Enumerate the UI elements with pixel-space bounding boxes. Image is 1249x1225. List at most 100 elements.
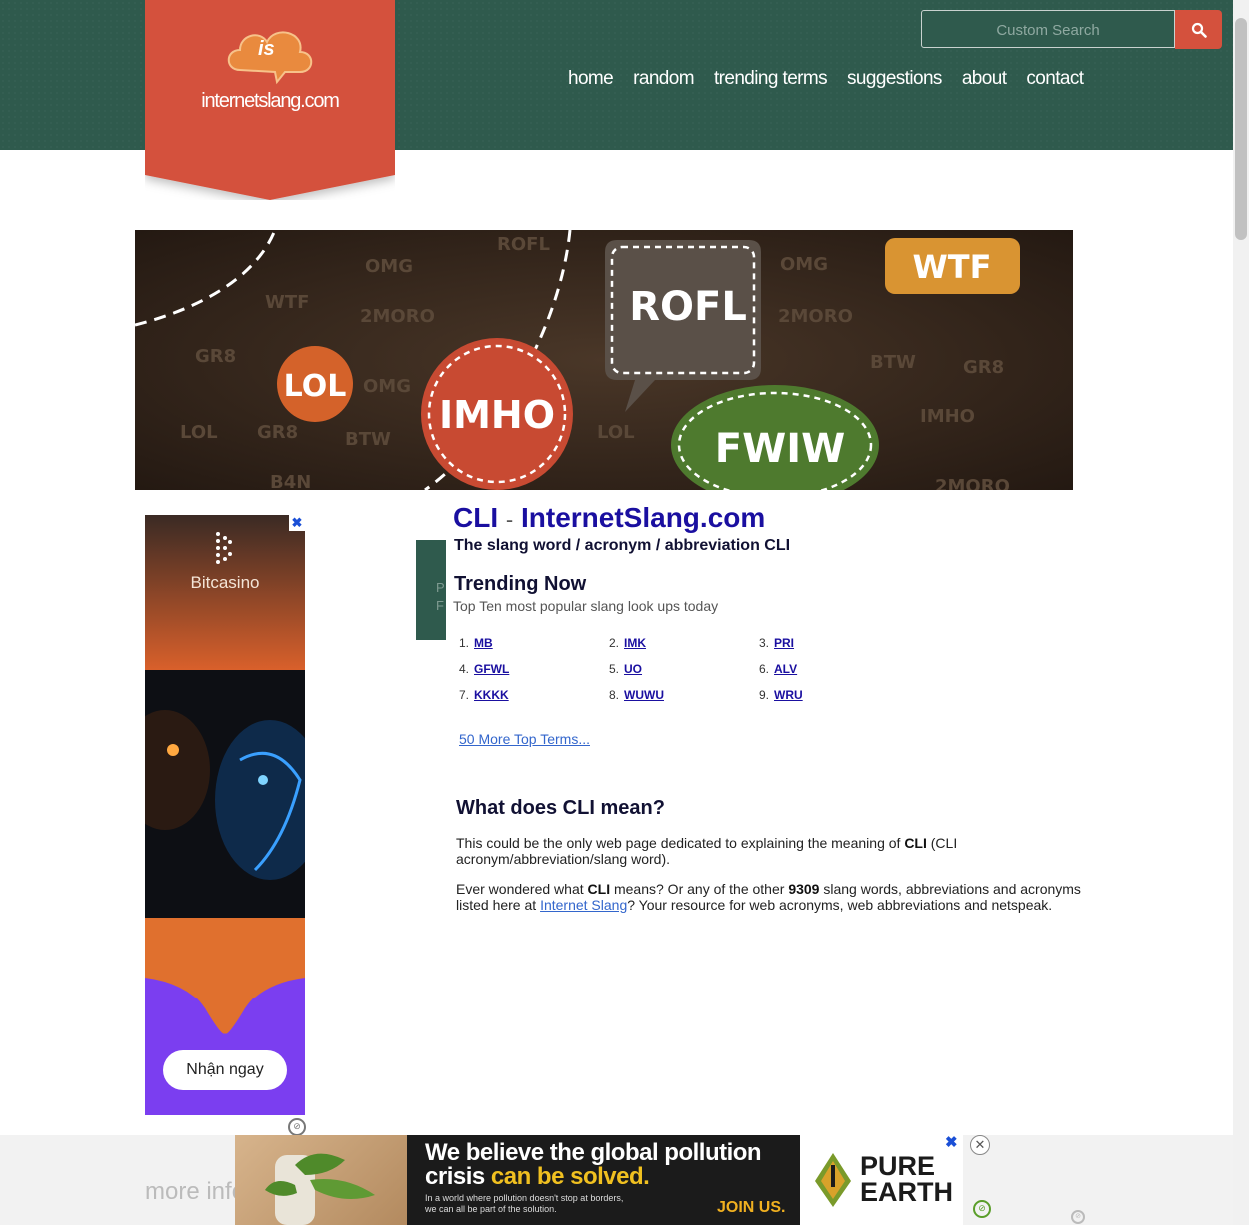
ad-close-icon[interactable]: ✖ (289, 515, 305, 531)
trending-item: 4. GFWL (459, 662, 509, 676)
adchoices-icon[interactable]: ⊘ (288, 1118, 306, 1136)
trending-item: 6. ALV (759, 662, 797, 676)
trending-link[interactable]: WUWU (624, 688, 664, 702)
page-title: CLI - InternetSlang.com (453, 502, 765, 534)
bg-word: B4N (270, 472, 311, 490)
trending-item: 7. KKKK (459, 688, 509, 702)
term-bold: CLI (587, 881, 611, 897)
trending-item: 8. WUWU (609, 688, 664, 702)
bg-word: ROFL (497, 234, 550, 255)
trending-item: 1. MB (459, 636, 493, 650)
more-top-terms-link[interactable]: 50 More Top Terms... (459, 731, 590, 747)
trending-link[interactable]: ALV (774, 662, 797, 676)
search-button[interactable] (1175, 10, 1222, 49)
text-span: Ever wondered what (456, 881, 588, 897)
bubble-wtf: WTF (913, 248, 992, 286)
trending-heading: Trending Now (454, 573, 587, 595)
nav-about[interactable]: about (962, 68, 1007, 90)
bg-word: 2MORO (360, 306, 435, 327)
bg-word: 2MORO (935, 476, 1010, 490)
bg-word: BTW (870, 352, 916, 373)
nav-contact[interactable]: contact (1026, 68, 1084, 90)
more-info-heading: more info (145, 1178, 246, 1205)
bg-word: OMG (363, 376, 411, 397)
title-separator: - (505, 507, 514, 532)
definition-heading: What does CLI mean? (456, 797, 665, 819)
ad-close-icon[interactable]: ✖ (945, 1135, 958, 1151)
term-bold: CLI (904, 835, 927, 851)
main-nav: home random trending terms suggestions a… (560, 68, 1103, 90)
count-bold: 9309 (788, 881, 820, 897)
trending-rank: 7. (459, 688, 470, 702)
nav-random[interactable]: random (633, 68, 694, 90)
trending-link[interactable]: GFWL (474, 662, 509, 676)
text-span: ? Your resource for web acronyms, web ab… (627, 897, 1053, 913)
trending-rank: 2. (609, 636, 620, 650)
pure-earth-logo-icon (815, 1153, 851, 1207)
ad-brand-name: Bitcasino (190, 573, 260, 592)
trending-link[interactable]: IMK (624, 636, 646, 650)
nav-suggestions[interactable]: suggestions (847, 68, 942, 90)
bg-word: OMG (365, 256, 413, 277)
bg-word: GR8 (963, 357, 1004, 378)
bg-word: OMG (780, 254, 828, 275)
ad-brand-line: EARTH (860, 1177, 953, 1207)
trending-link[interactable]: MB (474, 636, 493, 650)
ad-brand-logo: PURE EARTH (860, 1151, 953, 1207)
ad-body-line: In a world where pollution doesn't stop … (425, 1193, 624, 1203)
side-strip: P F (416, 540, 446, 640)
trending-item: 5. UO (609, 662, 642, 676)
scrollbar-thumb[interactable] (1235, 18, 1247, 240)
bg-word: WTF (265, 292, 309, 313)
bg-word: IMHO (920, 406, 975, 427)
search-icon (1191, 22, 1207, 38)
trending-rank: 3. (759, 636, 770, 650)
bg-word: GR8 (257, 422, 298, 443)
bottom-advertisement[interactable]: We believe the global pollution crisis c… (235, 1135, 963, 1225)
trending-rank: 1. (459, 636, 470, 650)
logo-text[interactable]: internetslang.com (145, 90, 395, 113)
trending-rank: 6. (759, 662, 770, 676)
trending-rank: 5. (609, 662, 620, 676)
trending-item: 3. PRI (759, 636, 794, 650)
trending-rank: 4. (459, 662, 470, 676)
text-span: can be solved. (490, 1163, 650, 1190)
ad-headline-line: We believe the global pollution (425, 1139, 762, 1166)
adchoices-icon[interactable]: ⊘ (973, 1200, 991, 1218)
side-strip-letter: F (436, 598, 444, 613)
text-span: This could be the only web page dedicate… (456, 835, 905, 851)
sidebar-advertisement[interactable]: Bitcasino Nhận ngay (145, 515, 305, 1115)
side-strip-letter: P (436, 580, 445, 595)
close-icon[interactable]: ✕ (970, 1135, 990, 1155)
hero-banner: OMG 2MORO GR8 WTF BTW ROFL IMHO LOL B4N … (135, 230, 1073, 490)
bubble-lol: LOL (284, 369, 347, 404)
search-input[interactable]: Custom Search (921, 10, 1175, 48)
ad-headline-line: crisis can be solved. (425, 1165, 761, 1189)
bg-word: BTW (345, 429, 391, 450)
trending-item: 9. WRU (759, 688, 803, 702)
bg-word: LOL (180, 422, 218, 443)
ad-brand-line: PURE (860, 1151, 936, 1181)
ad-headline: We believe the global pollution crisis c… (425, 1139, 762, 1189)
logo-badge: is (258, 38, 275, 60)
definition-paragraph: This could be the only web page dedicate… (456, 835, 1096, 867)
trending-link[interactable]: WRU (774, 688, 803, 702)
ad-body-text: In a world where pollution doesn't stop … (425, 1193, 623, 1215)
nav-home[interactable]: home (568, 68, 614, 90)
internet-slang-link[interactable]: Internet Slang (540, 897, 627, 913)
bg-word: GR8 (195, 346, 236, 367)
ad-cta-button[interactable]: Nhận ngay (163, 1050, 287, 1090)
bubble-fwiw: FWIW (715, 426, 845, 472)
info-paragraph: Ever wondered what CLI means? Or any of … (456, 881, 1096, 913)
trending-link[interactable]: PRI (774, 636, 794, 650)
trending-rank: 8. (609, 688, 620, 702)
bubble-rofl: ROFL (629, 284, 747, 330)
ad-body-line: we can all be part of the solution. (425, 1204, 557, 1214)
trending-link[interactable]: KKKK (474, 688, 509, 702)
nav-trending-terms[interactable]: trending terms (714, 68, 828, 90)
adchoices-icon[interactable]: ⊘ (1071, 1210, 1085, 1224)
ad-join-button[interactable]: JOIN US. (717, 1199, 785, 1217)
trending-link[interactable]: UO (624, 662, 642, 676)
page-subtitle: The slang word / acronym / abbreviation … (454, 537, 791, 554)
bg-word: LOL (597, 422, 635, 443)
